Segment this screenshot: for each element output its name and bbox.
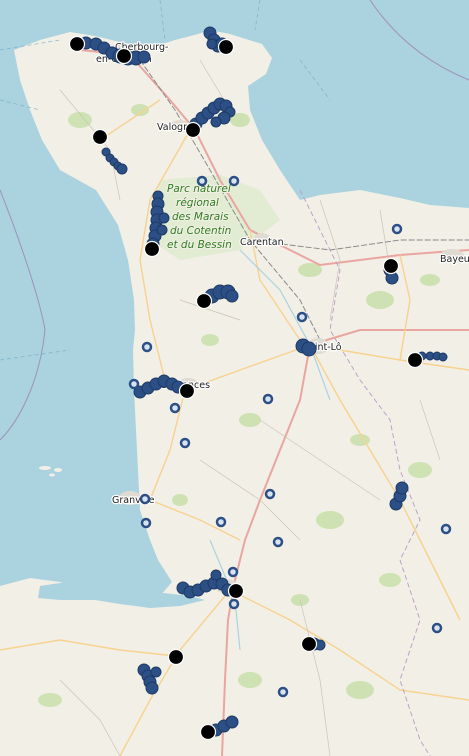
start-marker bbox=[227, 582, 245, 600]
waypoint bbox=[128, 378, 140, 390]
map-view[interactable]: Cherbourg- en-Cotentin Valognes Carentan… bbox=[0, 0, 469, 756]
waypoint bbox=[277, 686, 289, 698]
start-marker bbox=[406, 351, 424, 369]
waypoint bbox=[179, 437, 191, 449]
waypoint bbox=[228, 175, 240, 187]
start-marker bbox=[199, 723, 217, 741]
label-park-line2: régional bbox=[176, 197, 219, 209]
start-marker bbox=[115, 47, 133, 65]
waypoint bbox=[262, 393, 274, 405]
waypoint bbox=[140, 517, 152, 529]
waypoint bbox=[391, 223, 403, 235]
waypoint bbox=[264, 488, 276, 500]
waypoint bbox=[440, 523, 452, 535]
start-marker bbox=[167, 648, 185, 666]
start-marker bbox=[382, 257, 400, 275]
waypoint bbox=[227, 566, 239, 578]
label-carentan: Carentan bbox=[240, 237, 284, 248]
label-park-line5: et du Bessin bbox=[167, 239, 232, 251]
start-marker bbox=[195, 292, 213, 310]
start-marker bbox=[300, 635, 318, 653]
label-bayeux: Bayeux bbox=[440, 254, 469, 265]
start-marker bbox=[217, 38, 235, 56]
waypoint bbox=[196, 175, 208, 187]
waypoint bbox=[141, 341, 153, 353]
waypoint bbox=[169, 402, 181, 414]
waypoint bbox=[272, 536, 284, 548]
waypoint bbox=[431, 622, 443, 634]
start-marker bbox=[68, 35, 86, 53]
waypoint bbox=[215, 516, 227, 528]
label-park-line4: du Cotentin bbox=[170, 225, 231, 237]
start-marker bbox=[91, 128, 109, 146]
waypoint bbox=[139, 493, 151, 505]
waypoint bbox=[296, 311, 308, 323]
start-marker bbox=[143, 240, 161, 258]
map-canvas[interactable]: Cherbourg- en-Cotentin Valognes Carentan… bbox=[0, 0, 469, 756]
start-marker bbox=[184, 121, 202, 139]
waypoint bbox=[228, 598, 240, 610]
label-park-line3: des Marais bbox=[172, 211, 229, 223]
start-marker bbox=[178, 382, 196, 400]
